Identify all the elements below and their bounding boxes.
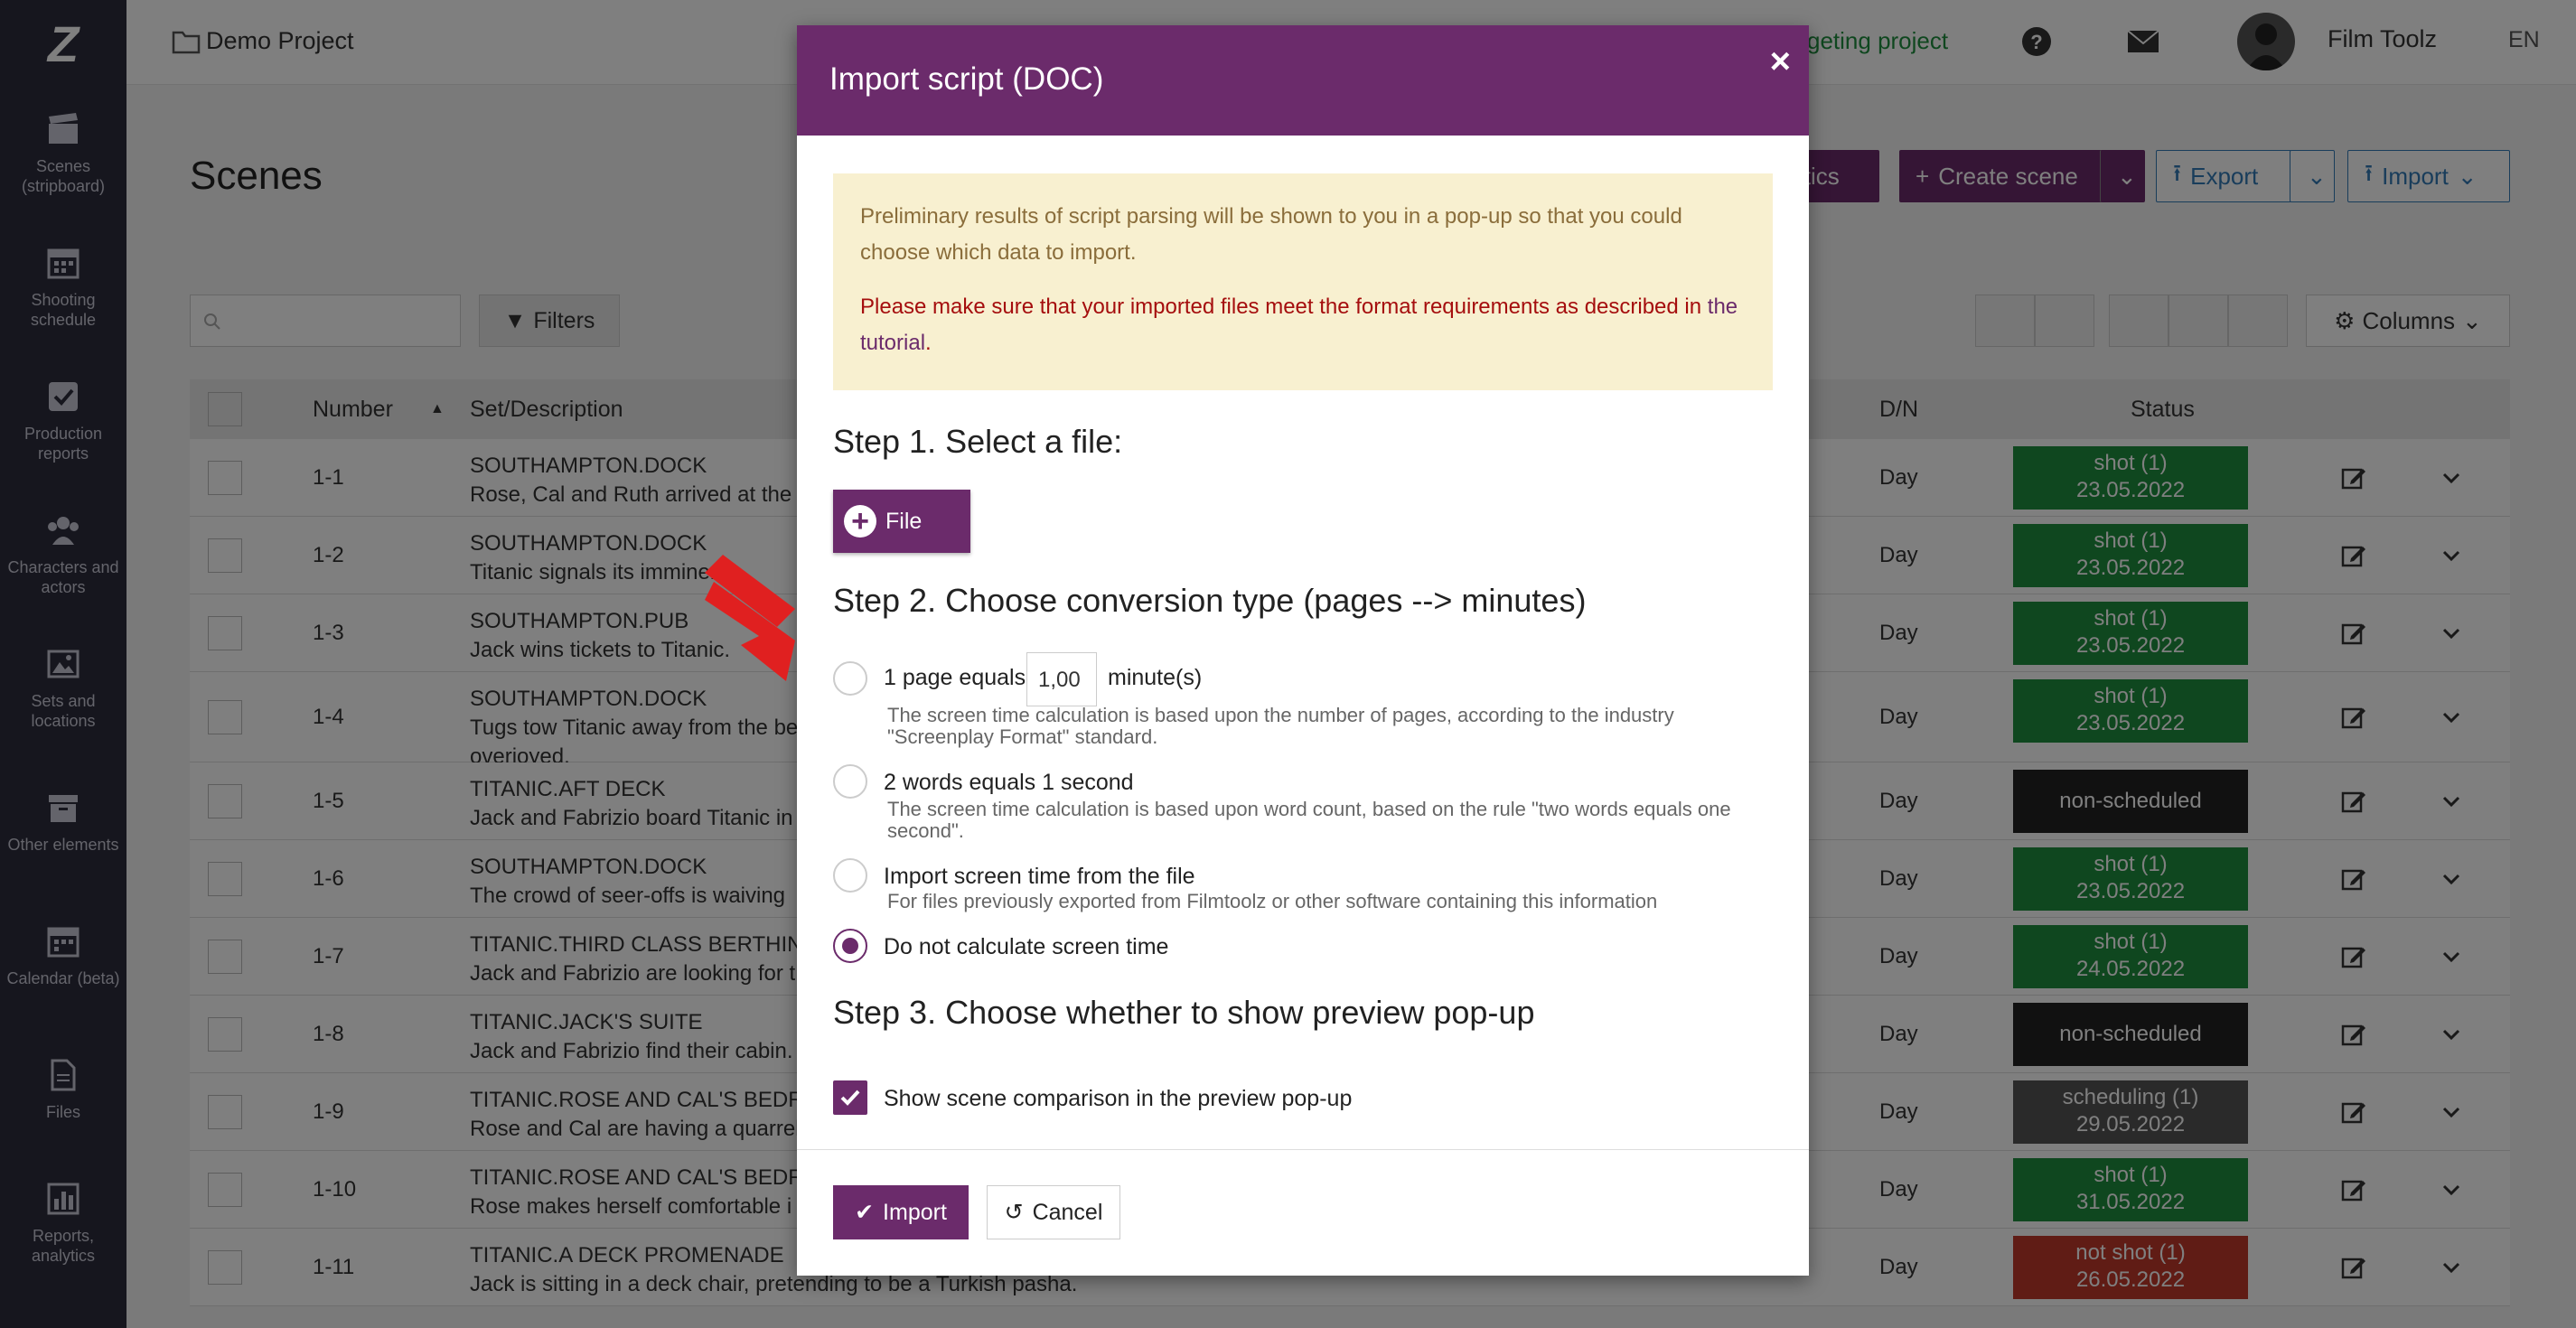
opt-pages-label-b: minute(s) — [1108, 665, 1203, 690]
alert-period: . — [925, 331, 932, 355]
radio-words[interactable] — [833, 764, 867, 799]
opt-file-time-help: For files previously exported from Filmt… — [887, 890, 1658, 912]
info-alert: Preliminary results of script parsing wi… — [833, 173, 1773, 390]
preview-checkbox[interactable] — [833, 1080, 867, 1115]
import-submit-label: Import — [883, 1199, 947, 1225]
preview-checkbox-label: Show scene comparison in the preview pop… — [884, 1086, 1353, 1111]
modal-title: Import script (DOC) — [829, 61, 1104, 97]
import-submit-button[interactable]: ✔ Import — [833, 1185, 969, 1239]
check-icon: ✔ — [855, 1200, 875, 1225]
modal-footer-divider — [797, 1149, 1809, 1150]
step1-heading: Step 1. Select a file: — [833, 423, 1123, 460]
opt-words-label: 2 words equals 1 second — [884, 770, 1134, 795]
plus-circle-icon: + — [844, 505, 876, 538]
import-script-modal: Import script (DOC) × Preliminary result… — [797, 25, 1809, 1276]
opt-no-calc-label: Do not calculate screen time — [884, 934, 1169, 959]
file-button[interactable]: + File — [833, 490, 970, 553]
opt-words-help: The screen time calculation is based upo… — [887, 798, 1731, 842]
alert-text: Preliminary results of script parsing wi… — [860, 204, 1682, 265]
close-icon[interactable]: × — [1770, 42, 1791, 82]
alert-warning-text: Please make sure that your imported file… — [860, 295, 1708, 319]
alert-warning: Please make sure that your imported file… — [860, 289, 1746, 361]
radio-pages[interactable] — [833, 661, 867, 696]
opt-pages-help: The screen time calculation is based upo… — [887, 704, 1674, 748]
cancel-label: Cancel — [1032, 1199, 1103, 1225]
modal-header: Import script (DOC) × — [797, 25, 1809, 136]
opt-file-time-label: Import screen time from the file — [884, 864, 1195, 889]
cancel-button[interactable]: ↺ Cancel — [987, 1185, 1120, 1239]
minutes-input[interactable]: 1,00 — [1026, 652, 1097, 706]
radio-no-calc[interactable] — [833, 929, 867, 963]
undo-icon: ↺ — [1004, 1200, 1024, 1225]
file-button-label: File — [885, 508, 923, 534]
step3-heading: Step 3. Choose whether to show preview p… — [833, 994, 1535, 1031]
opt-pages-label-a: 1 page equals — [884, 665, 1026, 690]
step2-heading: Step 2. Choose conversion type (pages --… — [833, 582, 1587, 619]
chevron-arrow-icon — [705, 555, 795, 681]
radio-file-time[interactable] — [833, 858, 867, 893]
check-icon — [840, 1090, 860, 1106]
